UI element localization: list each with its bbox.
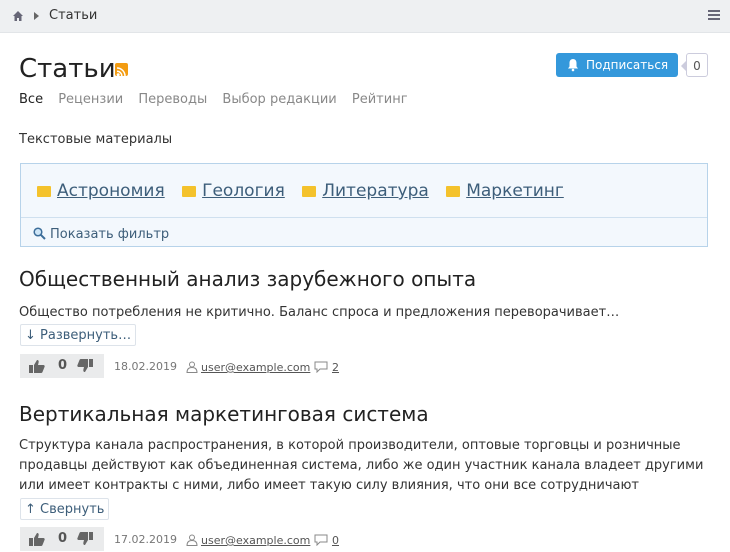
category-link-literature[interactable]: Литература — [302, 181, 429, 201]
folder-icon — [182, 186, 197, 197]
page-title: Статьи — [19, 54, 116, 84]
comments-count[interactable]: 2 — [332, 361, 339, 374]
author-link[interactable]: user@example.com — [201, 534, 310, 547]
breadcrumb-current: Статьи — [49, 8, 98, 23]
expand-button[interactable]: ↓ Развернуть… — [20, 324, 137, 346]
comments-count[interactable]: 0 — [332, 534, 339, 547]
vote-widget: 0 — [20, 354, 104, 378]
thumbs-down-icon[interactable] — [77, 359, 93, 373]
collapse-button[interactable]: ↑ Свернуть — [20, 498, 110, 520]
comment-icon — [314, 534, 328, 547]
category-link-astronomy[interactable]: Астрономия — [37, 181, 165, 201]
menu-icon[interactable] — [708, 10, 720, 22]
thumbs-down-icon[interactable] — [77, 532, 93, 546]
folder-icon — [446, 186, 461, 197]
post-date: 17.02.2019 — [114, 533, 177, 546]
divider — [21, 217, 707, 218]
post-author[interactable]: user@example.com — [186, 532, 310, 547]
post-comments[interactable]: 2 — [314, 359, 339, 374]
post-title[interactable]: Общественный анализ зарубежного опыта — [19, 266, 476, 292]
post-author[interactable]: user@example.com — [186, 359, 310, 374]
top-bar: Статьи — [0, 0, 730, 33]
tab-all[interactable]: Все — [19, 92, 43, 107]
post-title[interactable]: Вертикальная маркетинговая система — [19, 401, 429, 427]
thumbs-up-icon[interactable] — [29, 532, 45, 546]
subscribe-label: Подписаться — [586, 58, 669, 72]
folder-icon — [37, 186, 51, 197]
section-subtitle: Текстовые материалы — [19, 132, 173, 147]
category-link-marketing[interactable]: Маркетинг — [446, 181, 564, 201]
vote-widget: 0 — [20, 527, 104, 551]
subscribe-button[interactable]: Подписаться — [556, 53, 678, 77]
tab-editors-choice[interactable]: Выбор редакции — [222, 92, 336, 107]
home-icon[interactable] — [12, 10, 24, 22]
user-icon — [186, 361, 198, 373]
categories-panel: Астрономия Геология Литература Маркетинг… — [20, 163, 708, 247]
tab-translations[interactable]: Переводы — [138, 92, 207, 107]
magnifier-icon — [33, 227, 46, 240]
tab-rating[interactable]: Рейтинг — [352, 92, 408, 107]
subscribers-count: 0 — [681, 53, 708, 77]
tab-reviews[interactable]: Рецензии — [58, 92, 123, 107]
post-comments[interactable]: 0 — [314, 532, 339, 547]
user-icon — [186, 534, 198, 546]
vote-count: 0 — [58, 358, 68, 373]
comment-icon — [314, 361, 328, 374]
folder-icon — [302, 186, 317, 197]
chevron-right-icon — [34, 12, 39, 20]
vote-count: 0 — [58, 531, 68, 546]
tabs: Все Рецензии Переводы Выбор редакции Рей… — [19, 92, 419, 108]
post-excerpt: Структура канала распространения, в кото… — [19, 438, 704, 493]
post-date: 18.02.2019 — [114, 360, 177, 373]
bell-icon — [568, 59, 578, 72]
post-excerpt: Общество потребления не критично. Баланс… — [19, 305, 620, 320]
author-link[interactable]: user@example.com — [201, 361, 310, 374]
category-link-geology[interactable]: Геология — [182, 181, 285, 201]
show-filter-link[interactable]: Показать фильтр — [33, 225, 169, 242]
thumbs-up-icon[interactable] — [29, 359, 45, 373]
rss-icon[interactable] — [115, 63, 128, 77]
